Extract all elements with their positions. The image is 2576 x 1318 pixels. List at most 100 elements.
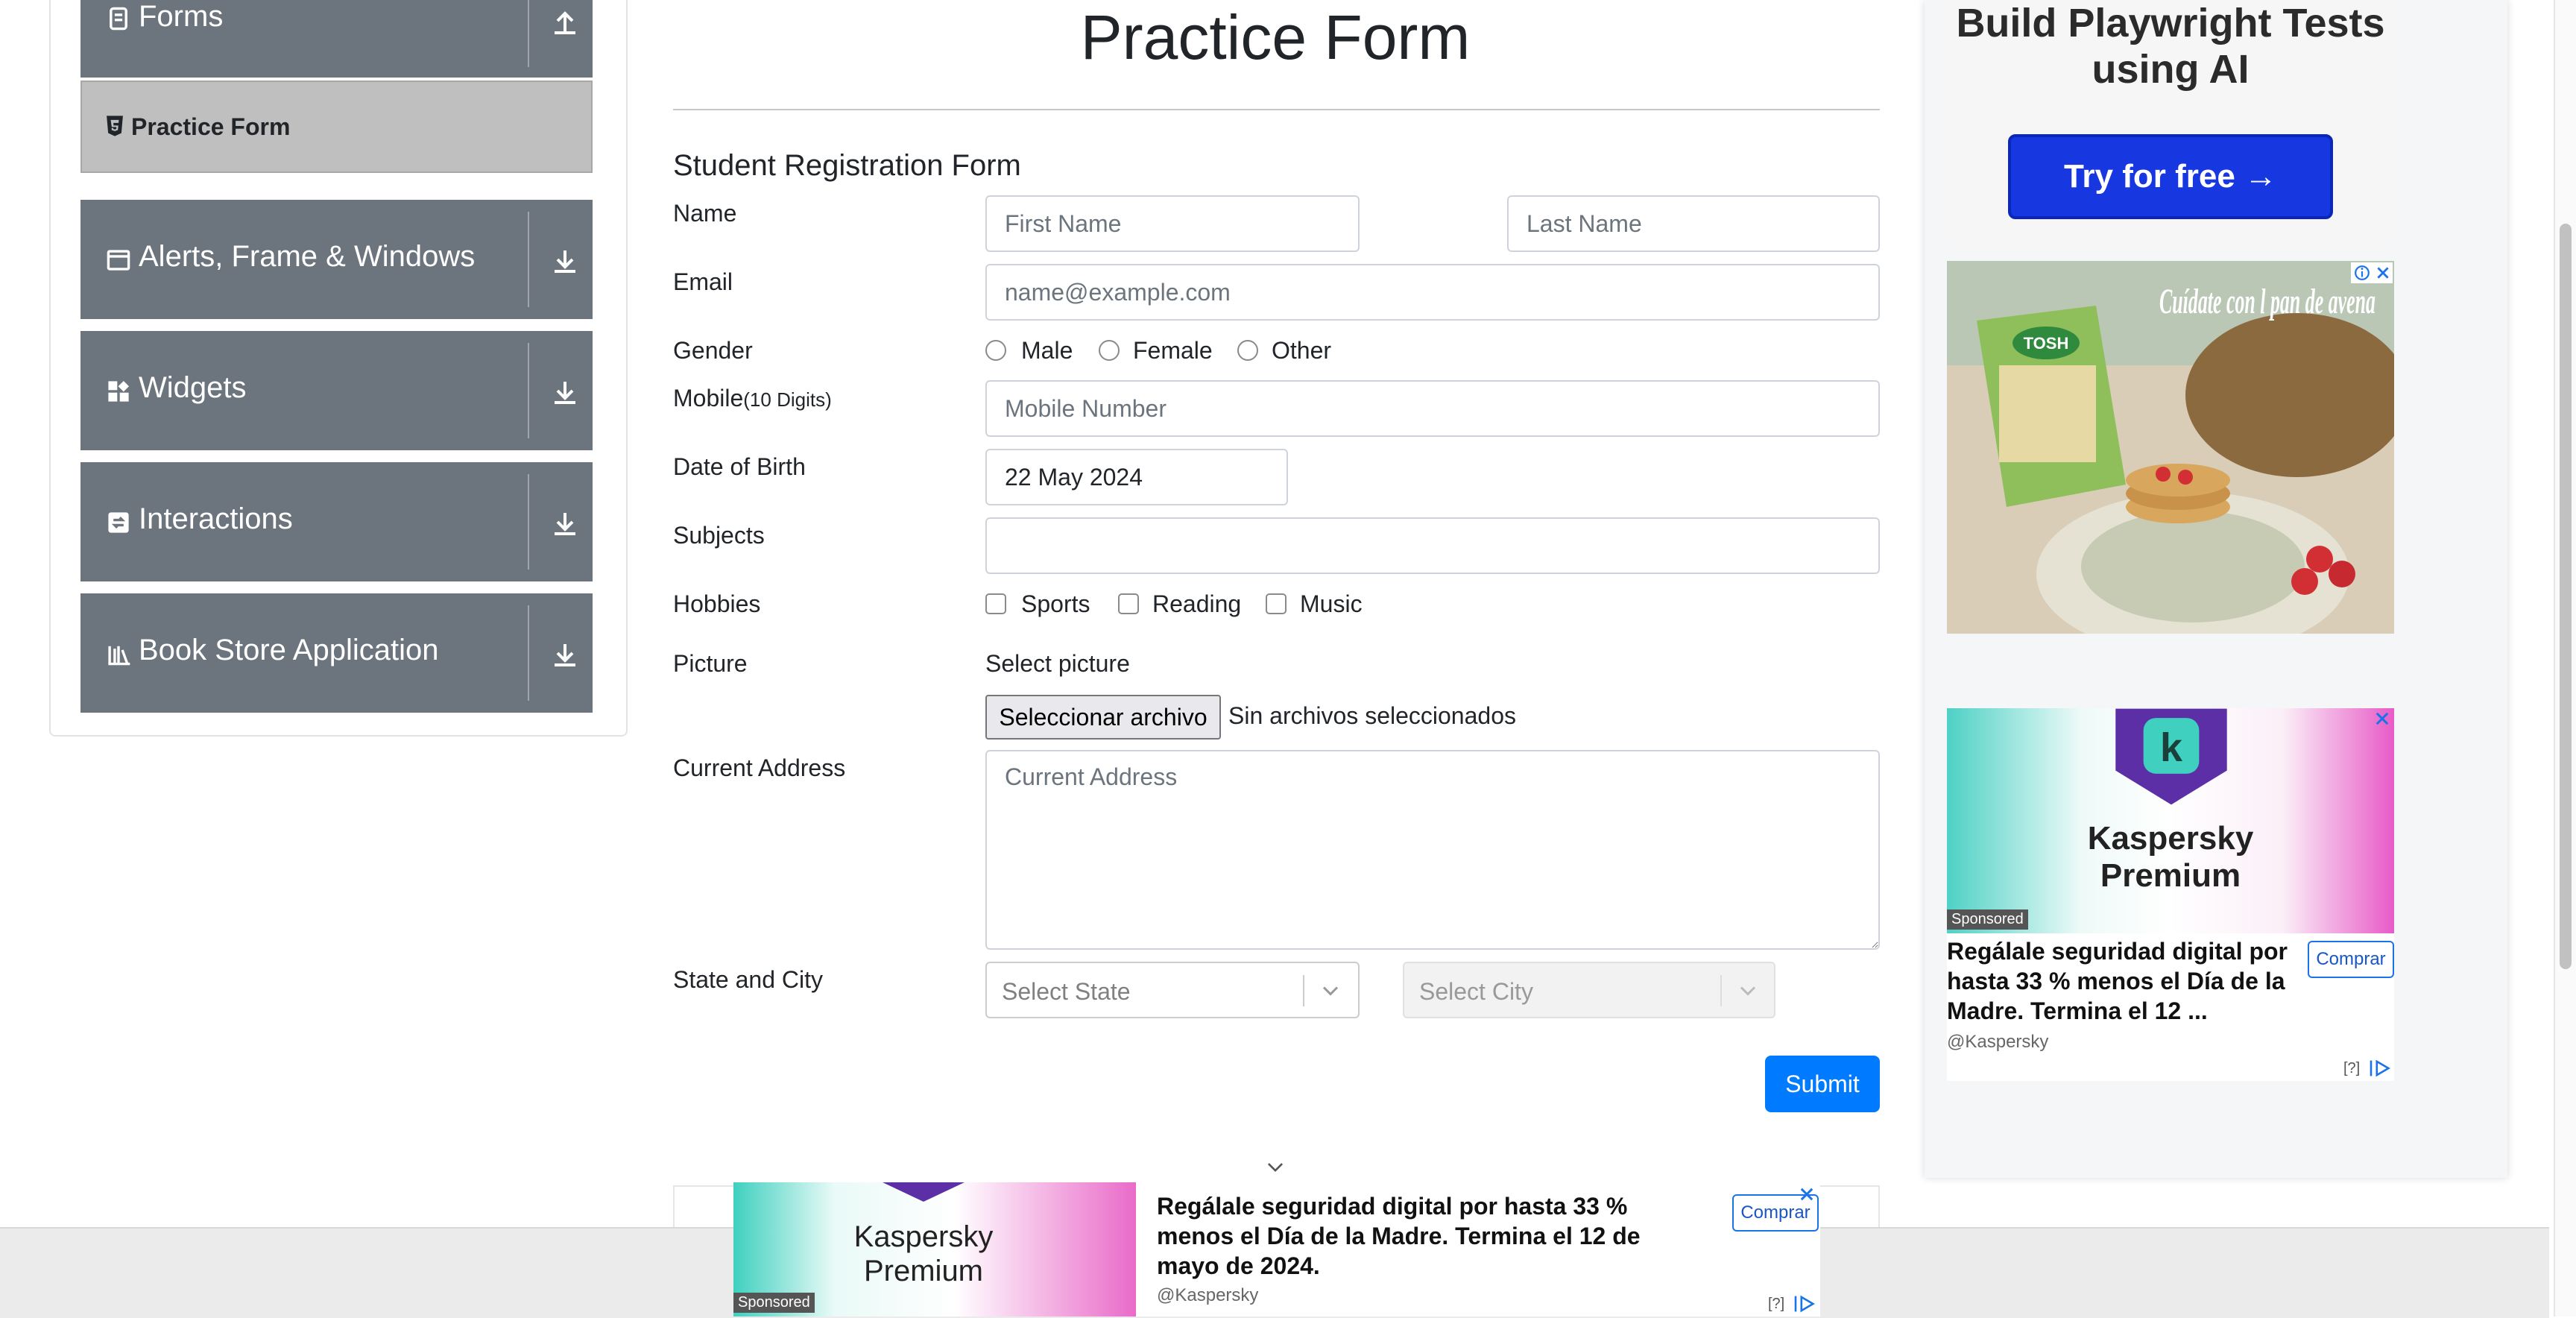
ad-close-controls[interactable] (2351, 262, 2393, 283)
close-icon[interactable] (2373, 710, 2391, 728)
title-divider (673, 109, 1880, 110)
state-city-label: State and City (673, 966, 823, 993)
separator (1720, 975, 1722, 1006)
separator (528, 212, 529, 307)
mobile-input[interactable] (985, 380, 1880, 437)
hobby-music-checkbox[interactable] (1266, 593, 1287, 614)
subjects-input[interactable] (985, 517, 1880, 574)
sidebar-group-interactions[interactable]: Interactions (80, 462, 593, 581)
bottom-ad-image[interactable]: Kaspersky Premium Sponsored (733, 1182, 1136, 1317)
sidebar-group-book-store[interactable]: Book Store Application (80, 593, 593, 713)
gender-option-label: Male (1021, 337, 1073, 364)
expand-arrow-icon[interactable] (550, 508, 580, 538)
books-icon (108, 646, 130, 666)
current-address-textarea[interactable] (985, 750, 1880, 950)
sidebar-group-label: Forms (139, 0, 224, 33)
expand-arrow-icon[interactable] (550, 246, 580, 276)
gender-other-radio[interactable] (1237, 340, 1258, 361)
ad-info-link[interactable]: [?] (2343, 1060, 2360, 1077)
state-select-placeholder: Select State (1002, 978, 1131, 1005)
sidebar-group-label: Alerts, Frame & Windows (139, 240, 476, 273)
sidebar-group-alerts[interactable]: Alerts, Frame & Windows (80, 200, 593, 319)
gender-label: Gender (673, 337, 753, 364)
window-icon (107, 250, 130, 271)
dob-label: Date of Birth (673, 453, 806, 480)
mobile-label: Mobile(10 Digits) (673, 385, 832, 412)
subjects-label: Subjects (673, 522, 765, 549)
kaspersky-logo-icon (883, 1182, 965, 1202)
gender-option-label: Female (1133, 337, 1213, 364)
page-title: Practice Form (1080, 2, 1471, 72)
separator (528, 605, 529, 701)
submit-button[interactable]: Submit (1765, 1056, 1880, 1112)
hobby-reading-checkbox[interactable] (1118, 593, 1139, 614)
expand-arrow-icon[interactable] (550, 640, 580, 669)
separator (528, 474, 529, 570)
chevron-down-icon (1322, 986, 1339, 996)
email-input[interactable] (985, 264, 1880, 321)
address-label: Current Address (673, 754, 846, 781)
scrollbar-thumb[interactable] (2560, 224, 2572, 969)
sidebar-item-practice-form[interactable]: Practice Form (80, 81, 593, 173)
buy-button[interactable]: Comprar (2308, 941, 2394, 978)
sidebar-group-label: Book Store Application (139, 634, 439, 666)
choose-file-button[interactable]: Seleccionar archivo (985, 695, 1221, 740)
info-icon[interactable] (2354, 265, 2370, 281)
gender-female-radio[interactable] (1099, 340, 1120, 361)
sidebar-group-label: Interactions (139, 502, 293, 535)
chevron-down-icon (1740, 986, 1756, 996)
html5-icon (107, 116, 123, 136)
kaspersky-ad-image[interactable]: k Kaspersky Premium Sponsored (1947, 708, 2394, 933)
last-name-input[interactable] (1507, 195, 1880, 252)
sidebar-item-label: Practice Form (131, 113, 291, 140)
date-of-birth-input[interactable] (985, 449, 1288, 505)
svg-text:k: k (2160, 725, 2183, 770)
sponsored-badge: Sponsored (733, 1293, 815, 1313)
bottom-ad-headline[interactable]: Regálale seguridad digital por hasta 33 … (1157, 1191, 1664, 1281)
playwright-ad-headline: Build Playwright Tests using AI (1956, 1, 2385, 92)
adchoices-icon[interactable] (1793, 1294, 1817, 1314)
hobby-sports-checkbox[interactable] (985, 593, 1006, 614)
sidebar-group-widgets[interactable]: Widgets (80, 331, 593, 450)
chevron-down-icon[interactable] (1266, 1157, 1285, 1176)
kaspersky-ad-headline[interactable]: Regálale seguridad digital por hasta 33 … (1947, 936, 2305, 1026)
picture-label: Picture (673, 650, 748, 677)
name-label: Name (673, 200, 737, 227)
hobby-option-label: Reading (1152, 590, 1242, 617)
separator (528, 343, 529, 438)
mobile-hint: (10 Digits) (743, 388, 832, 411)
sidebar-group-label: Widgets (139, 371, 247, 404)
food-ad-illustration: TOSH Cuídate con l pan de avena (1947, 261, 2394, 634)
email-label: Email (673, 268, 733, 295)
collapse-arrow-icon[interactable] (550, 7, 580, 37)
state-select[interactable]: Select State (985, 962, 1360, 1018)
grid-icon (108, 380, 130, 402)
separator (528, 0, 529, 67)
advertiser-handle: @Kaspersky (1157, 1285, 1259, 1305)
close-icon[interactable] (2375, 265, 2391, 281)
gender-option-label: Other (1272, 337, 1332, 364)
pack-brand-text: TOSH (2024, 334, 2069, 353)
bottom-ad-brand: Kaspersky Premium (853, 1220, 994, 1287)
hobby-option-label: Music (1300, 590, 1363, 617)
food-ad-image[interactable]: TOSH Cuídate con l pan de avena (1947, 261, 2394, 634)
kaspersky-logo-icon: k (2115, 708, 2227, 805)
hobby-option-label: Sports (1021, 590, 1090, 617)
gender-male-radio[interactable] (985, 340, 1006, 361)
separator (1303, 975, 1304, 1006)
adchoices-icon[interactable] (2369, 1059, 2393, 1078)
expand-arrow-icon[interactable] (550, 377, 580, 407)
city-select-placeholder: Select City (1419, 978, 1533, 1005)
try-for-free-button[interactable]: Try for free → (2008, 134, 2333, 219)
form-icon (110, 7, 127, 31)
sidebar-group-forms[interactable]: Forms (80, 0, 593, 78)
mobile-label-text: Mobile (673, 385, 744, 412)
city-select[interactable]: Select City (1403, 962, 1775, 1018)
first-name-input[interactable] (985, 195, 1360, 252)
ad-info-link[interactable]: [?] (1768, 1296, 1784, 1313)
kaspersky-brand: Kaspersky Premium (2087, 820, 2254, 894)
interaction-icon (108, 512, 129, 533)
form-heading: Student Registration Form (673, 149, 1021, 182)
sponsored-badge: Sponsored (1947, 909, 2028, 930)
close-icon[interactable] (1798, 1185, 1816, 1203)
